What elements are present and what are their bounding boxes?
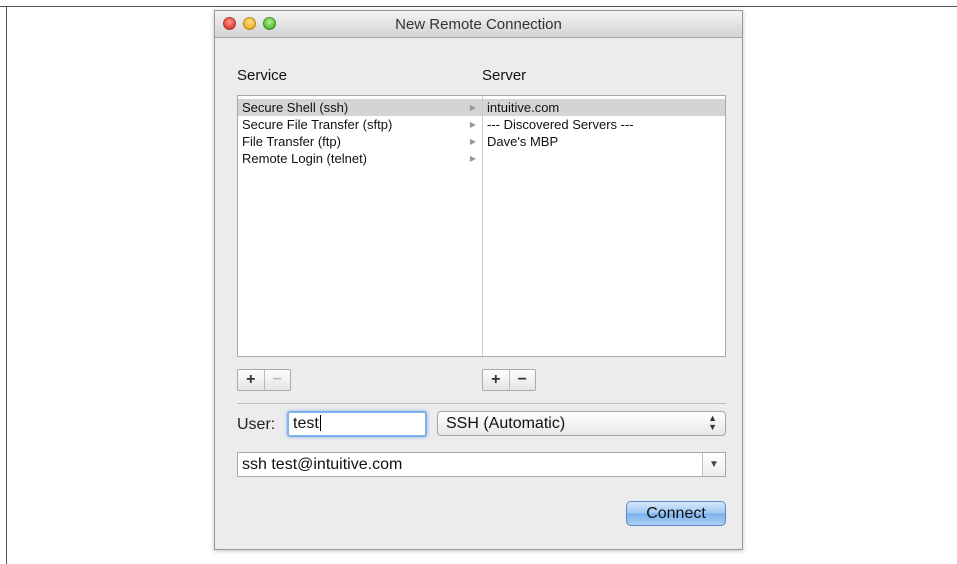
frame-top-border bbox=[0, 6, 957, 7]
connect-button[interactable]: Connect bbox=[626, 501, 726, 526]
server-item-discovered-header: --- Discovered Servers --- bbox=[483, 116, 725, 133]
service-server-lists: Secure Shell (ssh) ▶ Secure File Transfe… bbox=[237, 95, 726, 357]
service-column-header: Service bbox=[237, 67, 288, 84]
disclosure-arrow-icon: ▶ bbox=[469, 103, 476, 112]
command-field[interactable]: ssh test@intuitive.com bbox=[242, 456, 402, 474]
protocol-popup[interactable]: SSH (Automatic) ▲ ▼ bbox=[437, 411, 726, 436]
server-column-header: Server bbox=[482, 67, 527, 84]
service-item-label: File Transfer (ftp) bbox=[242, 134, 341, 149]
service-add-remove-buttons: + − bbox=[237, 369, 291, 391]
disclosure-arrow-icon: ▶ bbox=[469, 120, 476, 129]
server-item-daves-mbp[interactable]: Dave's MBP bbox=[483, 133, 725, 150]
chevron-down-icon: ▼ bbox=[709, 459, 719, 470]
title-bar[interactable]: New Remote Connection bbox=[215, 11, 742, 38]
user-label: User: bbox=[237, 416, 276, 433]
service-list: Secure Shell (ssh) ▶ Secure File Transfe… bbox=[238, 99, 482, 167]
disclosure-arrow-icon: ▶ bbox=[469, 154, 476, 163]
add-server-button[interactable]: + bbox=[483, 370, 509, 390]
server-item-intuitive[interactable]: intuitive.com bbox=[483, 99, 725, 116]
add-service-button[interactable]: + bbox=[238, 370, 264, 390]
stepper-down-icon: ▼ bbox=[708, 422, 717, 432]
command-dropdown-button[interactable]: ▼ bbox=[702, 453, 725, 476]
server-item-label: intuitive.com bbox=[487, 100, 560, 115]
service-item-label: Secure File Transfer (sftp) bbox=[242, 117, 393, 132]
window-title: New Remote Connection bbox=[395, 16, 562, 33]
service-item-label: Remote Login (telnet) bbox=[242, 151, 368, 166]
server-add-remove-buttons: + − bbox=[482, 369, 536, 391]
frame-left-border bbox=[6, 6, 7, 564]
server-item-label: Dave's MBP bbox=[487, 134, 559, 149]
popup-stepper-icon: ▲ ▼ bbox=[708, 414, 717, 432]
text-caret bbox=[319, 415, 321, 431]
disclosure-arrow-icon: ▶ bbox=[469, 137, 476, 146]
server-list: intuitive.com --- Discovered Servers ---… bbox=[483, 99, 725, 150]
server-item-label: --- Discovered Servers --- bbox=[487, 117, 634, 132]
service-item-ssh[interactable]: Secure Shell (ssh) ▶ bbox=[238, 99, 482, 116]
service-item-ftp[interactable]: File Transfer (ftp) ▶ bbox=[238, 133, 482, 150]
remove-server-button[interactable]: − bbox=[510, 370, 536, 390]
user-field[interactable]: test bbox=[287, 411, 427, 437]
service-item-label: Secure Shell (ssh) bbox=[242, 100, 349, 115]
protocol-popup-value: SSH (Automatic) bbox=[446, 415, 566, 432]
new-remote-connection-window: New Remote Connection Service Server Sec… bbox=[214, 10, 743, 550]
service-item-sftp[interactable]: Secure File Transfer (sftp) ▶ bbox=[238, 116, 482, 133]
section-separator bbox=[237, 403, 726, 404]
remove-service-button[interactable]: − bbox=[265, 370, 291, 390]
command-combobox[interactable]: ssh test@intuitive.com ▼ bbox=[237, 452, 726, 477]
service-item-telnet[interactable]: Remote Login (telnet) ▶ bbox=[238, 150, 482, 167]
user-field-value: test bbox=[293, 415, 319, 432]
